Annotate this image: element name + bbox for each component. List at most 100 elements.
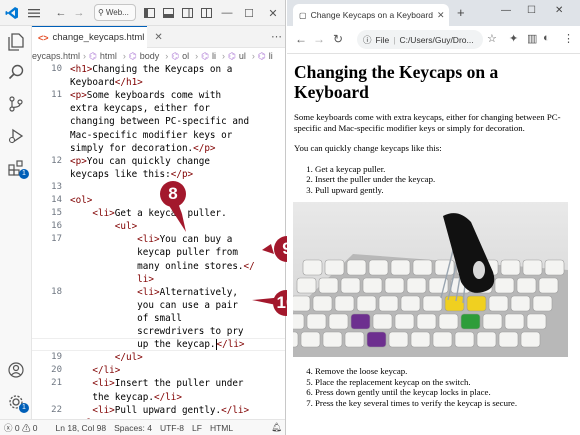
extensions-icon[interactable]: 1 (0, 154, 32, 182)
code-line[interactable]: <p>Some keyboards come with (70, 90, 221, 101)
browser-window: ▢ Change Keycaps on a Keyboard ✕ + — ☐ ✕… (287, 0, 580, 435)
code-line[interactable]: keycaps like this:</p> (70, 169, 193, 180)
minimize-icon[interactable]: — (220, 4, 234, 22)
browser-tab-strip: ▢ Change Keycaps on a Keyboard ✕ + — ☐ ✕ (287, 0, 580, 26)
code-line[interactable]: the keycap.</li> (70, 392, 182, 403)
chevron-right-icon: › (195, 51, 199, 61)
keycap (350, 313, 371, 330)
close-window-icon[interactable]: ✕ (555, 5, 563, 16)
code-line[interactable]: <ol> (70, 195, 92, 206)
close-tab-icon[interactable]: ✕ (437, 10, 445, 21)
browser-tab[interactable]: ▢ Change Keycaps on a Keyboard ✕ (293, 4, 449, 26)
status-problems[interactable]: ⓧ 0 ⚠ 0 (4, 422, 38, 434)
list-item: Pull upward gently. (315, 185, 580, 196)
breadcrumb: eycaps.html › ⌬ html › ⌬ body › ⌬ ol › ⌬ li › ⌬ ul… (32, 48, 285, 64)
code-line[interactable]: you can use a pair (70, 300, 238, 311)
forward-arrow-icon[interactable]: → (313, 32, 325, 46)
code-line[interactable]: Keyboard</h1> (70, 77, 143, 88)
code-line[interactable]: of small (70, 313, 182, 324)
tab-change-keycaps-html[interactable]: <> change_keycaps.html ✕ (32, 26, 163, 48)
code-line[interactable]: <ul> (70, 221, 137, 232)
keycap (494, 277, 515, 294)
keycap (432, 331, 453, 348)
breadcrumb-item[interactable]: ⌬ html (89, 51, 120, 62)
explorer-icon[interactable] (0, 28, 32, 56)
code-line[interactable]: <h1>Changing the Keycaps on a (70, 64, 232, 75)
settings-gear-icon[interactable]: 1 (0, 388, 32, 416)
menu-icon[interactable] (26, 4, 42, 22)
back-arrow-icon[interactable]: ← (295, 32, 307, 46)
code-editor[interactable]: 10 11 12 13 14 15 16 17 18 19 20 21 22 <h1>Changing … (32, 64, 285, 419)
breadcrumb-item[interactable]: eycaps.html (32, 51, 80, 61)
element-icon: ⌬ (257, 50, 266, 61)
maximize-icon[interactable]: ☐ (527, 5, 536, 16)
run-debug-icon[interactable] (0, 122, 32, 150)
code-line[interactable]: li> (70, 274, 154, 285)
breadcrumb-item[interactable]: ⌬ li (201, 51, 219, 62)
code-line[interactable]: changing between PC-specific and (70, 116, 249, 127)
code-line[interactable]: keycap puller from (70, 247, 238, 258)
toggle-panel-icon[interactable] (161, 4, 175, 22)
page-icon: ▢ (299, 10, 307, 20)
keycap (454, 331, 475, 348)
status-indentation[interactable]: Spaces: 4 (114, 423, 152, 433)
extensions-puzzle-icon[interactable]: ✦ (509, 32, 518, 45)
code-line[interactable]: </li> (70, 365, 120, 376)
source-control-icon[interactable] (0, 90, 32, 118)
profile-avatar-icon[interactable]: ◐ (543, 32, 550, 44)
close-tab-icon[interactable]: ✕ (154, 32, 162, 43)
status-language[interactable]: HTML (210, 423, 233, 433)
code-line[interactable]: <p>You can quickly change (70, 156, 210, 167)
more-actions-icon[interactable]: ⋯ (271, 30, 282, 43)
star-icon[interactable]: ☆ (487, 32, 497, 45)
customize-layout-icon[interactable] (199, 4, 213, 22)
keycap (322, 331, 343, 348)
reload-icon[interactable]: ↻ (333, 32, 343, 46)
activity-bar: 1 1 (0, 26, 32, 419)
notifications-bell-icon[interactable]: 🔔︎ (271, 422, 282, 433)
toggle-primary-sidebar-icon[interactable] (142, 4, 156, 22)
line-number: 18 (51, 286, 62, 297)
keycap (538, 277, 559, 294)
new-tab-icon[interactable]: + (457, 5, 465, 20)
toggle-secondary-sidebar-icon[interactable] (180, 4, 194, 22)
line-number: 15 (51, 208, 62, 219)
code-line[interactable]: <li>Alternatively, (70, 287, 238, 298)
rendered-page: Changing the Keycaps on a Keyboard Some … (287, 54, 580, 435)
breadcrumb-item[interactable]: ⌬ li (258, 51, 276, 62)
close-window-icon[interactable]: ✕ (266, 4, 280, 22)
code-line[interactable]: </ul> (70, 352, 143, 363)
maximize-icon[interactable]: ☐ (242, 4, 256, 22)
code-area[interactable]: <h1>Changing the Keycaps on a Keyboard</h… (32, 64, 285, 419)
sidebar-icon[interactable]: ▥ (527, 32, 537, 45)
command-center-search[interactable]: ⚲ Web... (94, 4, 136, 21)
account-icon[interactable] (0, 356, 32, 384)
status-eol[interactable]: LF (192, 423, 202, 433)
keycap (378, 295, 399, 312)
breadcrumb-item[interactable]: ⌬ ol (171, 51, 192, 62)
keycap (526, 313, 547, 330)
code-line[interactable]: <li>Pull upward gently.</li> (70, 405, 249, 416)
search-icon[interactable] (0, 58, 32, 86)
code-line[interactable]: <li>Get a keycap puller. (70, 208, 226, 219)
breadcrumb-item[interactable]: ⌬ ul (228, 51, 249, 62)
code-line[interactable]: <li>Insert the puller under (70, 378, 243, 389)
vscode-title-bar: ← → ⚲ Web... — ☐ ✕ (0, 0, 285, 26)
forward-arrow-icon[interactable]: → (72, 4, 86, 22)
keycap (434, 259, 455, 276)
status-encoding[interactable]: UTF-8 (160, 423, 184, 433)
code-line[interactable]: extra keycaps, either for (70, 103, 210, 114)
code-line[interactable]: simply for decoration.</p> (70, 143, 216, 154)
code-line[interactable]: <li>You can buy a (70, 234, 232, 245)
status-cursor-position[interactable]: Ln 18, Col 98 (56, 423, 107, 433)
back-arrow-icon[interactable]: ← (54, 4, 68, 22)
code-line[interactable]: many online stores.</ (70, 261, 255, 272)
menu-kebab-icon[interactable]: ⋮ (563, 32, 574, 45)
code-line[interactable]: screwdrivers to pry (70, 326, 243, 337)
code-line[interactable]: up the keycap.</li> (70, 339, 245, 351)
code-line[interactable]: Mac-specific modifier keys or (70, 130, 232, 141)
breadcrumb-item[interactable]: ⌬ body (129, 51, 162, 62)
keycap (293, 331, 299, 348)
minimize-icon[interactable]: — (501, 5, 511, 16)
address-bar[interactable]: ⓘ File | C:/Users/Guy/Dro... (357, 30, 483, 49)
